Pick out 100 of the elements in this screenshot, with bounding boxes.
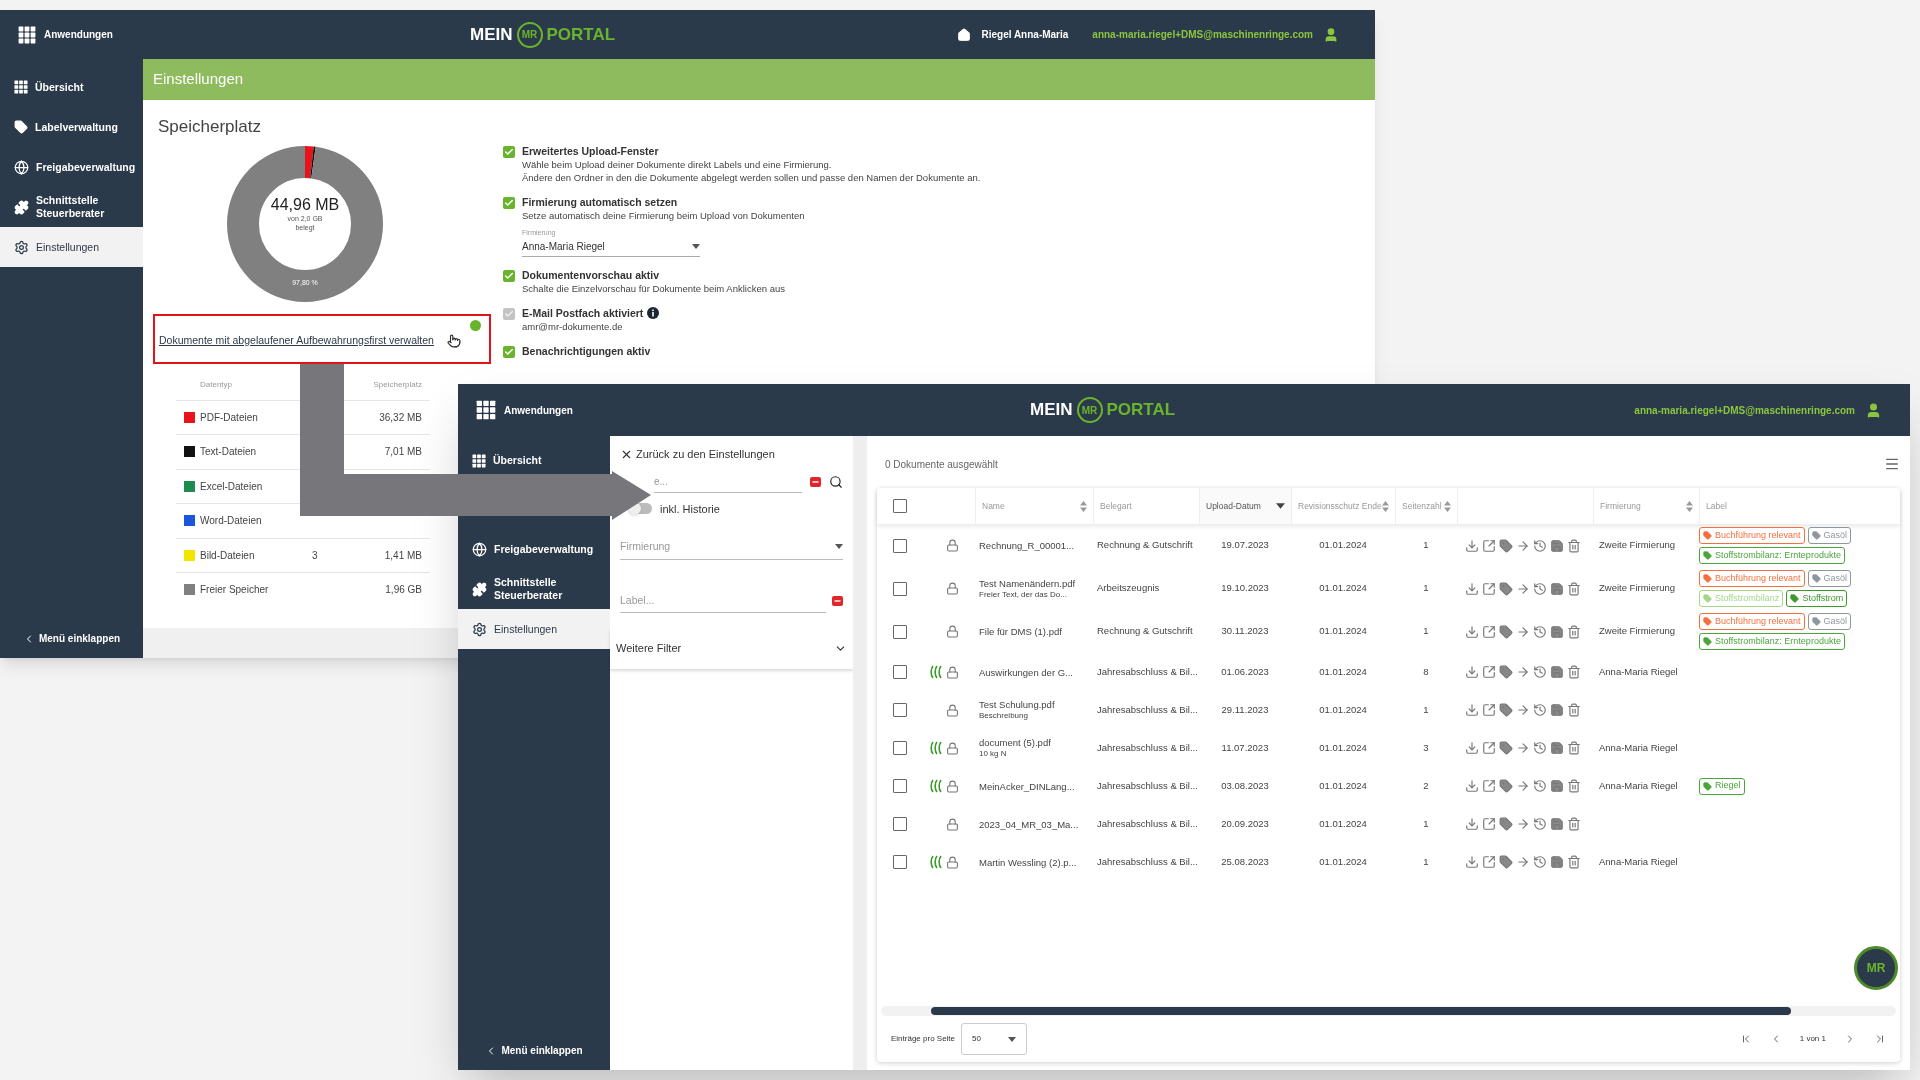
sidebar-item[interactable]: Übersicht — [0, 67, 143, 107]
page-size-select[interactable]: 50 — [961, 1023, 1028, 1055]
search-field[interactable]: e... — [654, 470, 802, 493]
download-icon[interactable] — [1465, 817, 1479, 831]
sidebar-item[interactable]: Freigabeverwaltung — [458, 529, 610, 569]
expired-documents-link[interactable]: Dokumente mit abgelaufener Aufbewahrungsfirst verwalten — [159, 333, 434, 346]
sidebar-item[interactable]: Schnittstelle Steuerberater — [0, 187, 143, 227]
history-icon[interactable] — [1533, 703, 1547, 717]
history-icon[interactable] — [1533, 624, 1547, 639]
row-checkbox[interactable] — [893, 538, 907, 553]
user-icon[interactable] — [1323, 26, 1339, 43]
more-filters-toggle[interactable]: Weitere Filter — [610, 628, 853, 669]
mr-logo-button[interactable]: MR — [1854, 946, 1898, 990]
select-all-checkbox[interactable] — [893, 499, 907, 513]
external-link-icon[interactable] — [1482, 581, 1496, 596]
sidebar-item[interactable]: Labelverwaltung — [0, 107, 143, 147]
back-link[interactable]: Zurück zu den Einstellungen — [620, 446, 775, 463]
history-icon[interactable] — [1533, 817, 1547, 831]
download-icon[interactable] — [1465, 779, 1479, 793]
sidebar-item[interactable]: Einstellungen — [0, 227, 143, 267]
external-link-icon[interactable] — [1482, 624, 1496, 639]
collapse-menu-button[interactable]: Menü einklappen — [485, 1039, 583, 1062]
external-link-icon[interactable] — [1482, 855, 1496, 869]
download-icon[interactable] — [1465, 624, 1479, 639]
apps-button[interactable]: Anwendungen — [476, 400, 573, 420]
tag-icon[interactable] — [1499, 665, 1513, 679]
row-checkbox[interactable] — [893, 624, 907, 639]
row-checkbox[interactable] — [893, 665, 907, 679]
tag-icon[interactable] — [1499, 624, 1513, 639]
history-icon[interactable] — [1533, 665, 1547, 679]
trash-icon[interactable] — [1567, 624, 1581, 639]
tag-icon[interactable] — [1499, 741, 1513, 755]
row-checkbox[interactable] — [893, 703, 907, 717]
tag-icon[interactable] — [1499, 703, 1513, 717]
external-link-icon[interactable] — [1482, 741, 1496, 755]
external-link-icon[interactable] — [1482, 703, 1496, 717]
history-icon[interactable] — [1533, 741, 1547, 755]
trash-icon[interactable] — [1567, 855, 1581, 869]
external-link-icon[interactable] — [1482, 817, 1496, 831]
checkbox[interactable] — [503, 269, 515, 282]
company-select[interactable]: Anna-Maria Riegel — [522, 238, 700, 257]
sort-icon[interactable] — [1444, 500, 1451, 512]
trash-icon[interactable] — [1567, 581, 1581, 596]
download-icon[interactable] — [1465, 703, 1479, 717]
external-link-icon[interactable] — [1482, 538, 1496, 553]
search-icon[interactable] — [829, 474, 843, 489]
download-icon[interactable] — [1465, 538, 1479, 553]
save-icon[interactable] — [1550, 779, 1564, 793]
save-icon[interactable] — [1550, 855, 1564, 869]
history-icon[interactable] — [1533, 855, 1547, 869]
clear-icon[interactable] — [810, 476, 821, 487]
download-icon[interactable] — [1465, 741, 1479, 755]
menu-icon[interactable] — [1884, 456, 1900, 472]
sidebar-item[interactable]: Freigabeverwaltung — [0, 147, 143, 187]
history-icon[interactable] — [1533, 779, 1547, 793]
label-field[interactable]: Label... — [620, 589, 826, 613]
external-link-icon[interactable] — [1482, 779, 1496, 793]
row-checkbox[interactable] — [893, 779, 907, 793]
row-checkbox[interactable] — [893, 741, 907, 755]
history-icon[interactable] — [1533, 538, 1547, 553]
row-checkbox[interactable] — [893, 817, 907, 831]
save-icon[interactable] — [1550, 538, 1564, 553]
horizontal-scrollbar[interactable] — [881, 1006, 1896, 1016]
column-header[interactable]: Upload-Datum — [1199, 488, 1291, 524]
collapse-menu-button[interactable]: Menü einklappen — [22, 627, 121, 650]
clear-icon[interactable] — [832, 596, 843, 607]
save-icon[interactable] — [1550, 624, 1564, 639]
save-icon[interactable] — [1550, 817, 1564, 831]
tag-icon[interactable] — [1499, 855, 1513, 869]
tag-icon[interactable] — [1499, 817, 1513, 831]
save-icon[interactable] — [1550, 581, 1564, 596]
sort-icon[interactable] — [1080, 500, 1087, 512]
user-icon[interactable] — [1865, 401, 1882, 419]
checkbox[interactable] — [503, 345, 515, 358]
checkbox[interactable] — [503, 197, 515, 209]
download-icon[interactable] — [1465, 855, 1479, 869]
last-page-icon[interactable] — [1874, 1033, 1886, 1045]
checkbox[interactable] — [503, 146, 515, 158]
tag-icon[interactable] — [1499, 538, 1513, 553]
download-icon[interactable] — [1465, 665, 1479, 679]
tag-icon[interactable] — [1499, 779, 1513, 793]
sort-descending-icon[interactable] — [1276, 503, 1285, 509]
download-icon[interactable] — [1465, 581, 1479, 596]
sidebar-item[interactable]: Übersicht — [458, 452, 610, 469]
sort-icon[interactable] — [1382, 500, 1389, 512]
apps-button[interactable]: Anwendungen — [18, 25, 113, 44]
trash-icon[interactable] — [1567, 817, 1581, 831]
save-icon[interactable] — [1550, 741, 1564, 755]
sidebar-item[interactable]: Einstellungen — [458, 609, 610, 649]
sort-icon[interactable] — [1686, 500, 1693, 512]
external-link-icon[interactable] — [1482, 665, 1496, 679]
sidebar-item[interactable]: Schnittstelle Steuerberater — [458, 569, 610, 609]
save-icon[interactable] — [1550, 703, 1564, 717]
history-icon[interactable] — [1533, 581, 1547, 596]
row-checkbox[interactable] — [893, 855, 907, 869]
trash-icon[interactable] — [1567, 779, 1581, 793]
trash-icon[interactable] — [1567, 703, 1581, 717]
row-checkbox[interactable] — [893, 581, 907, 596]
trash-icon[interactable] — [1567, 538, 1581, 553]
save-icon[interactable] — [1550, 665, 1564, 679]
